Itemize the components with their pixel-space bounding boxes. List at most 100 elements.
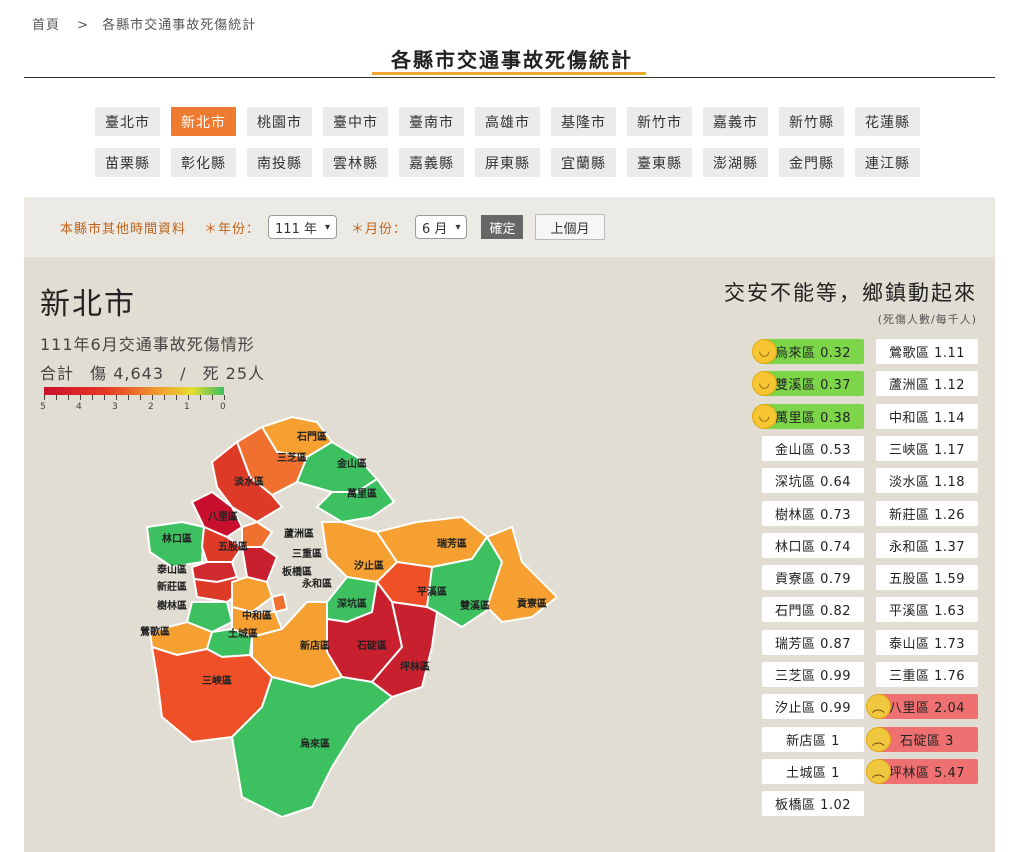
- district-label: 深坑區: [337, 597, 367, 610]
- worried-face-icon: ︵: [866, 694, 891, 720]
- time-filter-bar: 本縣市其他時間資料 ＊年份： 111 年 ▾ ＊月份： 6 月 ▾ 確定 上個月: [24, 197, 995, 257]
- chevron-down-icon: ▾: [324, 221, 331, 233]
- city-row: 苗栗縣 彰化縣 南投縣 雲林縣 嘉義縣 屏東縣 宜蘭縣 臺東縣 澎湖縣 金門縣 連江縣: [95, 148, 935, 177]
- district-rank-item: 金山區 0.53: [762, 435, 864, 461]
- district-rank-label: 八里區 2.04: [888, 701, 966, 717]
- city-row: 臺北市 新北市 桃園市 臺中市 臺南市 高雄市 基隆市 新竹市 嘉義市 新竹縣 花蓮縣: [95, 107, 935, 136]
- district-rank-item: 五股區 1.59: [876, 565, 978, 591]
- district-label: 石碇區: [356, 639, 387, 652]
- city-tab[interactable]: 臺南市: [399, 107, 464, 136]
- totals: 合計 傷 4,643 / 死 25人: [40, 360, 275, 384]
- filter-label: 本縣市其他時間資料: [60, 221, 187, 237]
- legend-tick-label: 4: [76, 402, 82, 412]
- district-rank-label: 深坑區 0.64: [774, 475, 852, 491]
- year-label: ＊年份：: [204, 221, 261, 237]
- district-label: 泰山區: [156, 563, 187, 576]
- city-tab[interactable]: 彰化縣: [171, 148, 236, 177]
- district-label: 永和區: [301, 577, 332, 590]
- city-tabs: 臺北市 新北市 桃園市 臺中市 臺南市 高雄市 基隆市 新竹市 嘉義市 新竹縣 花蓮縣 苗栗縣 彰化縣…: [95, 107, 935, 189]
- smile-face-icon: ◡: [752, 403, 777, 429]
- district-rank-label: 雙溪區 0.37: [774, 378, 852, 394]
- city-tab[interactable]: 嘉義市: [703, 107, 768, 136]
- city-tab[interactable]: 基隆市: [551, 107, 616, 136]
- smile-face-icon: ◡: [752, 371, 777, 397]
- district-label: 新店區: [300, 639, 330, 652]
- city-tab[interactable]: 屏東縣: [475, 148, 540, 177]
- confirm-button[interactable]: 確定: [481, 215, 524, 239]
- district-rank-item: 石門區 0.82: [762, 597, 864, 623]
- city-tab[interactable]: 高雄市: [475, 107, 540, 136]
- district-rank-item: 土城區 1: [762, 758, 864, 784]
- period-subtitle: 111年6月交通事故死傷情形: [40, 335, 255, 354]
- district-rank-item: ◡ 烏來區 0.32: [752, 339, 864, 364]
- district-rank-item: 貢寮區 0.79: [762, 565, 864, 591]
- district-rank-item: 三芝區 0.99: [762, 662, 864, 687]
- district-label: 三重區: [292, 547, 322, 560]
- city-tab[interactable]: 苗栗縣: [95, 148, 160, 177]
- dead-count: 死 25人: [202, 364, 266, 383]
- district-rank-item: 中和區 1.14: [876, 403, 978, 429]
- district-region[interactable]: [231, 575, 274, 614]
- district-rank-label: 三芝區 0.99: [774, 669, 852, 684]
- district-rank-item: 永和區 1.37: [876, 532, 978, 558]
- prev-month-button[interactable]: 上個月: [535, 214, 605, 240]
- district-rank-item: ︵ 八里區 2.04: [866, 694, 978, 720]
- city-tab[interactable]: 南投縣: [247, 148, 312, 177]
- district-label: 淡水區: [234, 475, 264, 488]
- district-label: 林口區: [162, 532, 192, 545]
- district-label: 石門區: [296, 431, 327, 443]
- unit-note: (死傷人數/每千人): [877, 313, 977, 326]
- total-label: 合計: [40, 364, 75, 383]
- district-label: 三峽區: [202, 674, 232, 687]
- chevron-down-icon: ▾: [455, 221, 461, 233]
- district-rank-label: 貢寮區 0.79: [774, 572, 852, 588]
- district-rank-item: 蘆洲區 1.12: [876, 371, 978, 397]
- injured-count: 傷 4,643: [90, 364, 165, 383]
- month-select-value: 6 月: [422, 221, 448, 237]
- district-rank-label: 永和區 1.37: [888, 539, 966, 555]
- city-tab[interactable]: 嘉義縣: [399, 148, 464, 177]
- city-tab[interactable]: 臺北市: [95, 107, 160, 136]
- district-label: 五股區: [218, 541, 248, 553]
- year-select[interactable]: 111 年 ▾: [268, 215, 338, 239]
- district-rank-label: 土城區 1: [786, 765, 840, 781]
- district-rank-item: 瑞芳區 0.87: [762, 629, 864, 655]
- worried-face-icon: ︵: [866, 758, 891, 784]
- city-tab[interactable]: 澎湖縣: [703, 148, 768, 177]
- city-tab[interactable]: 臺中市: [323, 107, 388, 136]
- district-region[interactable]: [270, 592, 289, 614]
- stats-panel: 新北市 111年6月交通事故死傷情形 合計 傷 4,643 / 死 25人 5 4…: [24, 257, 995, 852]
- district-label: 平溪區: [417, 585, 447, 598]
- district-rank-label: 坪林區 5.47: [888, 765, 966, 781]
- district-label: 蘆洲區: [284, 527, 314, 540]
- page-title: 各縣市交通事故死傷統計: [391, 48, 633, 72]
- city-tab[interactable]: 金門縣: [779, 148, 844, 177]
- district-rank-label: 樹林區 0.73: [774, 507, 852, 523]
- city-tab[interactable]: 臺東縣: [627, 148, 692, 177]
- district-rank-item: 板橋區 1.02: [762, 791, 864, 817]
- district-label: 汐止區: [354, 559, 384, 572]
- month-select[interactable]: 6 月 ▾: [415, 215, 468, 239]
- district-rank-label: 三重區 1.76: [888, 669, 966, 684]
- district-label: 萬里區: [347, 487, 377, 500]
- breadcrumb-home[interactable]: 首頁: [32, 18, 60, 33]
- color-scale-legend: [44, 387, 224, 395]
- city-tab[interactable]: 新竹市: [627, 107, 692, 136]
- city-tab[interactable]: 新北市: [171, 107, 236, 136]
- district-rank-label: 泰山區 1.73: [888, 636, 966, 652]
- district-rank-label: 林口區 0.74: [774, 539, 852, 555]
- city-tab[interactable]: 花蓮縣: [855, 107, 920, 136]
- city-tab[interactable]: 雲林縣: [323, 148, 388, 177]
- city-tab[interactable]: 桃園市: [247, 107, 312, 136]
- city-tab[interactable]: 連江縣: [855, 148, 920, 177]
- district-label: 瑞芳區: [437, 537, 467, 550]
- district-rank-label: 三峽區 1.17: [888, 442, 966, 458]
- city-tab[interactable]: 宜蘭縣: [551, 148, 616, 177]
- district-rank-item: 樹林區 0.73: [762, 500, 864, 526]
- district-label: 貢寮區: [517, 597, 547, 610]
- city-tab[interactable]: 新竹縣: [779, 107, 844, 136]
- district-rank-label: 五股區 1.59: [888, 572, 966, 588]
- district-rank-item: ◡ 雙溪區 0.37: [752, 371, 864, 397]
- district-label: 樹林區: [157, 599, 187, 612]
- year-select-value: 111 年: [275, 221, 317, 237]
